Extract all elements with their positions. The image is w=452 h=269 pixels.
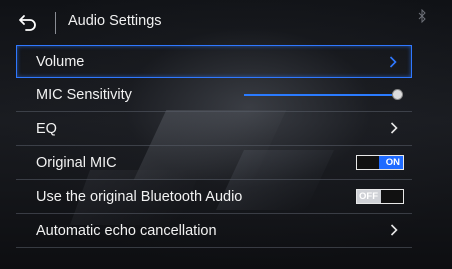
- setting-label: Automatic echo cancellation: [36, 222, 217, 239]
- settings-list: Volume MIC Sensitivity EQ Original MIC O…: [16, 45, 412, 248]
- toggle-state-label: ON: [385, 157, 400, 168]
- setting-label: Volume: [36, 53, 85, 70]
- mic-sensitivity-slider-track[interactable]: [244, 94, 399, 96]
- setting-label: Original MIC: [36, 154, 117, 171]
- chevron-right-icon: [389, 56, 397, 68]
- header-divider: [55, 12, 56, 34]
- bluetooth-icon: [417, 8, 427, 24]
- setting-label: Use the original Bluetooth Audio: [36, 188, 243, 205]
- setting-label: MIC Sensitivity: [36, 86, 132, 103]
- audio-settings-screen: Audio Settings Volume MIC Sensitivity EQ: [0, 0, 452, 269]
- back-arrow-icon[interactable]: [18, 13, 38, 31]
- setting-original-mic: Original MIC ON: [16, 146, 412, 180]
- setting-volume[interactable]: Volume: [16, 45, 412, 78]
- setting-eq[interactable]: EQ: [16, 112, 412, 146]
- chevron-right-icon: [390, 122, 398, 134]
- toggle-state-label: OFF: [359, 191, 378, 202]
- setting-original-bluetooth-audio: Use the original Bluetooth Audio OFF: [16, 180, 412, 214]
- page-title: Audio Settings: [68, 13, 162, 29]
- original-mic-toggle[interactable]: ON: [356, 155, 404, 170]
- chevron-right-icon: [390, 224, 398, 236]
- mic-sensitivity-slider-handle[interactable]: [392, 89, 403, 100]
- setting-echo-cancellation[interactable]: Automatic echo cancellation: [16, 214, 412, 248]
- original-bluetooth-audio-toggle[interactable]: OFF: [356, 189, 404, 204]
- header-bar: Audio Settings: [0, 0, 452, 44]
- setting-mic-sensitivity: MIC Sensitivity: [16, 78, 412, 112]
- setting-label: EQ: [36, 120, 57, 137]
